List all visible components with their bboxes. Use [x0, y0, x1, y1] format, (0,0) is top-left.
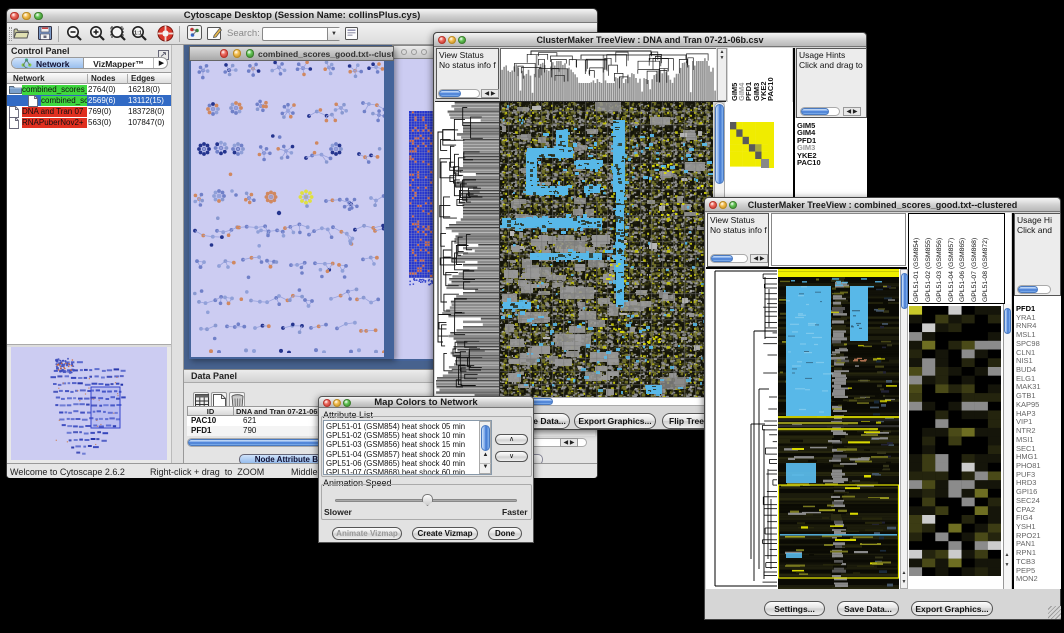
svg-text:1:1: 1:1 — [134, 30, 142, 36]
